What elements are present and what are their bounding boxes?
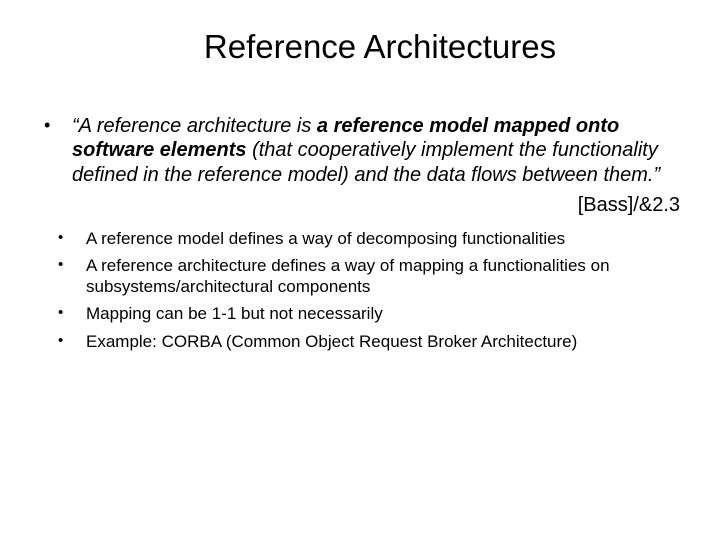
slide: Reference Architectures “A reference arc… [0, 0, 720, 540]
bullet-mapping: Mapping can be 1-1 but not necessarily [36, 303, 684, 324]
bullet-ref-model: A reference model defines a way of decom… [36, 228, 684, 249]
bullet-list: “A reference architecture is a reference… [36, 114, 684, 187]
quote-pre: “A reference architecture is [72, 115, 317, 137]
bullet-list-2: A reference model defines a way of decom… [36, 228, 684, 352]
slide-title: Reference Architectures [36, 28, 684, 66]
citation: [Bass]/&2.3 [36, 193, 684, 217]
bullet-quote: “A reference architecture is a reference… [36, 114, 684, 187]
bullet-example: Example: CORBA (Common Object Request Br… [36, 331, 684, 352]
bullet-ref-architecture: A reference architecture defines a way o… [36, 255, 684, 298]
